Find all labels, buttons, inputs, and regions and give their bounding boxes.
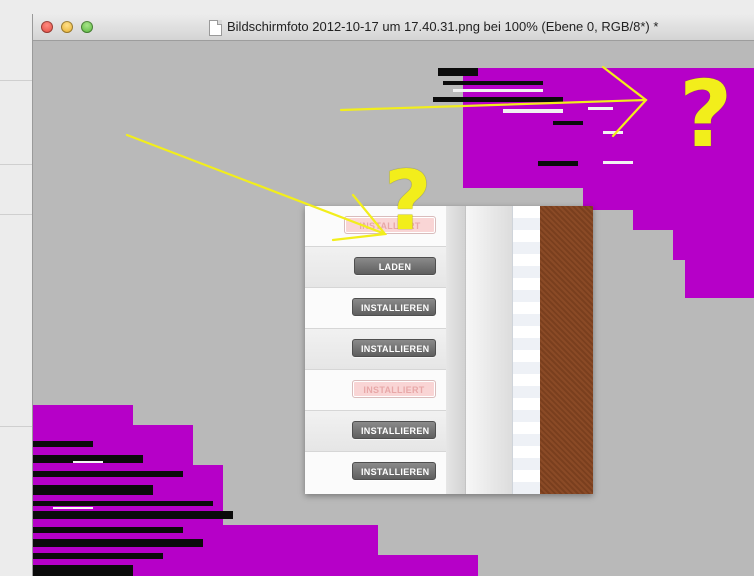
question-mark-annotation: ? — [384, 154, 432, 249]
desktop-top-strip — [0, 0, 754, 14]
document-icon[interactable] — [209, 20, 222, 36]
title-bar[interactable]: Bildschirmfoto 2012-10-17 um 17.40.31.pn… — [33, 14, 754, 41]
minimize-window-button[interactable] — [61, 21, 73, 33]
image-canvas[interactable]: INSTALLIERT LADEN INSTALLIEREN INSTALLIE… — [33, 41, 754, 576]
divider — [0, 164, 34, 165]
annotation-arrows — [125, 65, 648, 242]
arrow-line — [339, 98, 648, 112]
desktop-left-strip — [0, 0, 34, 576]
question-mark-annotation: ? — [679, 61, 733, 168]
zoom-window-button[interactable] — [81, 21, 93, 33]
divider — [0, 214, 34, 215]
divider — [0, 426, 34, 427]
divider — [0, 80, 34, 81]
image-window: Bildschirmfoto 2012-10-17 um 17.40.31.pn… — [32, 14, 754, 576]
arrow-line — [125, 133, 387, 236]
window-title: Bildschirmfoto 2012-10-17 um 17.40.31.pn… — [227, 19, 659, 34]
close-window-button[interactable] — [41, 21, 53, 33]
